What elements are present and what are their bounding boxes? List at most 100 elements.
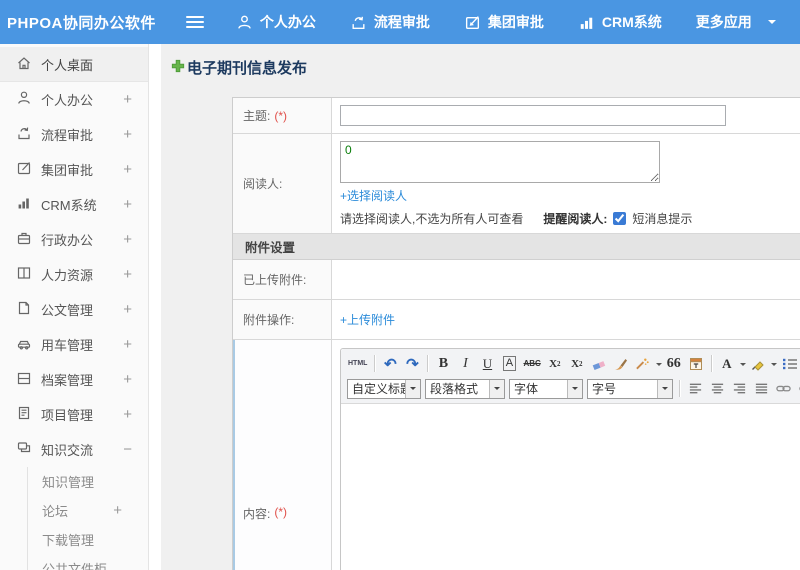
uploaded-attachments-row: 已上传附件: bbox=[233, 260, 800, 300]
sidebar-item-document-mgmt[interactable]: 公文管理 + bbox=[0, 292, 148, 327]
expand-toggle[interactable]: + bbox=[123, 371, 132, 388]
sidebar-item-personal-desktop[interactable]: 个人桌面 bbox=[0, 47, 148, 82]
expand-toggle[interactable]: + bbox=[123, 336, 132, 353]
italic-button[interactable]: I bbox=[455, 353, 475, 374]
sidebar-item-crm[interactable]: CRM系统 + bbox=[0, 187, 148, 222]
chevron-down-icon[interactable] bbox=[770, 362, 777, 369]
sidebar-item-hr[interactable]: 人力资源 + bbox=[0, 257, 148, 292]
sidebar: 个人桌面 个人办公 + 流程审批 + 集团审批 + CRM系统 + 行政办公 +… bbox=[0, 44, 149, 570]
sidebar-subitem-public-file-cabinet[interactable]: 公共文件柜 bbox=[28, 554, 148, 570]
font-color-button[interactable]: A bbox=[717, 353, 737, 374]
strikethrough-button[interactable]: ABC bbox=[521, 353, 542, 374]
sidebar-subitem-label: 公共文件柜 bbox=[42, 562, 108, 570]
required-mark: (*) bbox=[274, 505, 288, 519]
custom-heading-select[interactable]: 自定义标题 bbox=[347, 378, 421, 399]
font-size-select[interactable]: 字号 bbox=[587, 378, 673, 399]
align-justify-icon[interactable] bbox=[751, 378, 771, 399]
hamburger-menu-icon[interactable] bbox=[185, 16, 204, 28]
editor-content-area[interactable] bbox=[341, 404, 800, 570]
format-brush-icon[interactable] bbox=[611, 353, 631, 374]
blockquote-button[interactable]: 66 bbox=[664, 353, 684, 374]
html-source-button[interactable]: HTML bbox=[346, 353, 369, 374]
undo-icon[interactable]: ↶ bbox=[380, 353, 400, 374]
expand-toggle[interactable]: + bbox=[113, 502, 122, 519]
nav-workflow-approval[interactable]: 流程审批 bbox=[350, 12, 430, 32]
upload-attachment-link[interactable]: +上传附件 bbox=[340, 311, 800, 328]
nav-group-approval[interactable]: 集团审批 bbox=[464, 12, 544, 32]
sms-remind-checkbox[interactable] bbox=[613, 212, 627, 225]
superscript-button[interactable]: X2 bbox=[545, 353, 565, 374]
sidebar-item-project-mgmt[interactable]: 项目管理 + bbox=[0, 397, 148, 432]
redo-icon[interactable]: ↷ bbox=[402, 353, 422, 374]
sidebar-item-admin-office[interactable]: 行政办公 + bbox=[0, 222, 148, 257]
insert-link-icon[interactable] bbox=[773, 378, 794, 399]
sidebar-subitem-knowledge-mgmt[interactable]: 知识管理 bbox=[28, 467, 148, 496]
publish-form: 主题: (*) 阅读人: 0 +选择阅读人 请选择阅读人,不选为所有人可查看 提… bbox=[232, 97, 800, 570]
align-left-icon[interactable] bbox=[685, 378, 705, 399]
attachment-section-header: 附件设置 bbox=[233, 234, 800, 260]
sidebar-submenu: 知识管理 论坛 + 下载管理 公共文件柜 bbox=[27, 467, 148, 570]
sidebar-subitem-download-mgmt[interactable]: 下载管理 bbox=[28, 525, 148, 554]
readers-hint-text: 请选择阅读人,不选为所有人可查看 bbox=[340, 212, 524, 226]
sidebar-item-label: CRM系统 bbox=[41, 198, 97, 213]
nav-label: 集团审批 bbox=[487, 14, 544, 30]
chevron-down-icon[interactable] bbox=[655, 362, 662, 369]
bold-button[interactable]: B bbox=[433, 353, 453, 374]
nav-more-apps[interactable]: 更多应用 bbox=[696, 12, 752, 32]
paragraph-format-select[interactable]: 段落格式 bbox=[425, 378, 505, 399]
ordered-list-icon[interactable] bbox=[779, 353, 800, 374]
subject-input[interactable] bbox=[340, 105, 726, 126]
align-right-icon[interactable] bbox=[729, 378, 749, 399]
expand-toggle[interactable]: + bbox=[123, 266, 132, 283]
editor-toolbar-row2: 自定义标题 段落格式 字体 字号 bbox=[345, 376, 800, 401]
sidebar-item-vehicle-mgmt[interactable]: 用车管理 + bbox=[0, 327, 148, 362]
book-icon bbox=[16, 265, 41, 284]
font-family-select[interactable]: 字体 bbox=[509, 378, 583, 399]
editor-toolbar: HTML ↶ ↷ B I U A ABC X2 X2 66 A 自定义标 段落格… bbox=[341, 349, 800, 404]
nav-label: 个人办公 bbox=[259, 14, 316, 30]
expand-toggle[interactable]: + bbox=[123, 126, 132, 143]
remove-link-icon[interactable] bbox=[796, 378, 800, 399]
expand-toggle[interactable]: + bbox=[123, 406, 132, 423]
sidebar-item-group-approval[interactable]: 集团审批 + bbox=[0, 152, 148, 187]
collapse-toggle[interactable]: − bbox=[123, 441, 132, 458]
content-row: 内容: (*) HTML ↶ ↷ B I U A ABC X 2 X 2 66 … bbox=[233, 340, 800, 570]
readers-textarea[interactable]: 0 bbox=[340, 141, 660, 183]
expand-toggle[interactable]: + bbox=[123, 161, 132, 178]
sms-remind-label: 短消息提示 bbox=[632, 212, 693, 226]
chevron-down-icon[interactable] bbox=[767, 20, 776, 28]
person-icon bbox=[236, 14, 253, 31]
sidebar-subitem-label: 论坛 bbox=[42, 504, 69, 519]
document-icon bbox=[16, 300, 41, 319]
uploaded-attachments-label: 已上传附件: bbox=[233, 260, 332, 299]
sidebar-item-personal-office[interactable]: 个人办公 + bbox=[0, 82, 148, 117]
paste-as-text-icon[interactable] bbox=[686, 353, 706, 374]
align-center-icon[interactable] bbox=[707, 378, 727, 399]
sidebar-subitem-forum[interactable]: 论坛 + bbox=[28, 496, 148, 525]
expand-toggle[interactable]: + bbox=[123, 196, 132, 213]
nav-personal-office[interactable]: 个人办公 bbox=[236, 12, 316, 32]
attachment-actions-label: 附件操作: bbox=[233, 300, 332, 339]
app-logo: PHPOA协同办公软件 bbox=[7, 14, 156, 32]
underline-button[interactable]: U bbox=[477, 353, 497, 374]
sidebar-item-archive-mgmt[interactable]: 档案管理 + bbox=[0, 362, 148, 397]
expand-toggle[interactable]: + bbox=[123, 231, 132, 248]
sidebar-item-label: 知识交流 bbox=[41, 443, 94, 458]
eraser-icon[interactable] bbox=[589, 353, 609, 374]
sidebar-item-label: 用车管理 bbox=[41, 338, 94, 353]
readers-row: 阅读人: 0 +选择阅读人 请选择阅读人,不选为所有人可查看 提醒阅读人: 短消… bbox=[233, 134, 800, 234]
nav-crm-system[interactable]: CRM系统 bbox=[578, 12, 662, 32]
briefcase-icon bbox=[16, 230, 41, 249]
highlight-color-icon[interactable] bbox=[748, 353, 768, 374]
subscript-button[interactable]: X2 bbox=[567, 353, 587, 374]
chevron-down-icon[interactable] bbox=[739, 362, 746, 369]
bar-chart-icon bbox=[16, 195, 41, 214]
select-readers-link[interactable]: +选择阅读人 bbox=[340, 189, 407, 203]
expand-toggle[interactable]: + bbox=[123, 301, 132, 318]
sidebar-item-workflow-approval[interactable]: 流程审批 + bbox=[0, 117, 148, 152]
quick-format-wand-icon[interactable] bbox=[633, 353, 653, 374]
expand-toggle[interactable]: + bbox=[123, 91, 132, 108]
font-style-button[interactable]: A bbox=[499, 353, 519, 374]
sidebar-item-knowledge-exchange[interactable]: 知识交流 − bbox=[0, 432, 148, 467]
sidebar-item-label: 人力资源 bbox=[41, 268, 94, 283]
